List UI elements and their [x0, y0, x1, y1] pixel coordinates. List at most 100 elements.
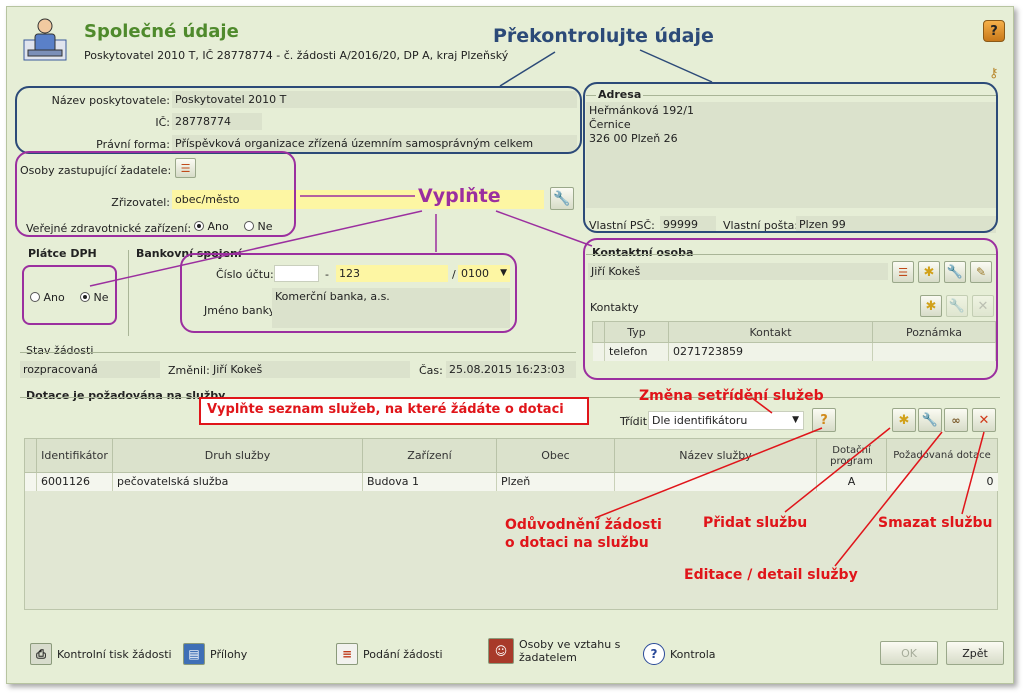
public-health-yes-radio[interactable]: Ano: [194, 220, 229, 233]
services-col-facility: Zařízení: [362, 438, 497, 473]
chevron-down-icon: ▼: [500, 268, 507, 278]
detail-service-button[interactable]: ∞: [944, 408, 968, 432]
help-button[interactable]: ?: [983, 20, 1005, 42]
provider-name-field: Poskytovatel 2010 T: [172, 91, 577, 108]
submit-application-button[interactable]: ≡ Podání žádosti: [336, 643, 443, 665]
justification-button[interactable]: ?: [812, 408, 836, 432]
bank-code-select[interactable]: 0100 ▼: [458, 265, 510, 282]
services-col-type: Druh služby: [112, 438, 363, 473]
contact-person-field: Jiří Kokeš: [588, 263, 888, 280]
row-selector-cell: [24, 472, 37, 491]
address-title: Adresa: [596, 88, 644, 101]
row-selector-header: [592, 321, 605, 343]
edit-service-button[interactable]: 🔧: [918, 408, 942, 432]
page-subtitle: Poskytovatel 2010 T, IČ 28778774 - č. žá…: [84, 49, 509, 62]
address-field: Heřmánková 192/1 Černice 326 00 Plzeň 26: [586, 102, 996, 208]
service-id-cell: 6001126: [36, 472, 113, 491]
avatar-icon: [22, 16, 68, 64]
services-col-program: Dotační program: [816, 438, 887, 473]
account-number-field[interactable]: 123: [336, 265, 448, 282]
annotation-justification-1: Odůvodnění žádosti: [505, 517, 662, 533]
check-button[interactable]: ? Kontrola: [643, 643, 716, 665]
services-table: Identifikátor Druh služby Zařízení Obec …: [24, 438, 998, 491]
contact-note-cell: [872, 342, 996, 361]
sort-label: Třídit: [620, 415, 648, 428]
annotation-fill-in: Vyplňte: [418, 185, 501, 207]
wrench-icon: 🔧: [946, 264, 964, 280]
contact-group: [586, 254, 996, 255]
account-dash: -: [325, 268, 329, 281]
print-button[interactable]: ⎙ Kontrolní tisk žádosti: [30, 643, 172, 665]
vat-yes-radio[interactable]: Ano: [30, 291, 65, 304]
account-prefix-field[interactable]: [274, 265, 319, 282]
services-title: Dotace je požadována na služby: [24, 389, 228, 402]
contact-edit-button[interactable]: 🔧: [944, 261, 966, 283]
document-icon: ≡: [336, 643, 358, 665]
question-icon: ?: [643, 643, 665, 665]
contact-add-button[interactable]: ✱: [918, 261, 940, 283]
psc-field: 99999: [660, 216, 716, 233]
glasses-icon: ∞: [951, 413, 961, 427]
founder-label: Zřizovatel:: [111, 196, 170, 209]
contact-detail-button[interactable]: ✎: [970, 261, 992, 283]
vat-title: Plátce DPH: [26, 247, 99, 260]
delete-service-button[interactable]: ✕: [972, 408, 996, 432]
account-slash: /: [452, 268, 456, 281]
question-key-icon: ?: [820, 412, 828, 428]
related-persons-label-1: Osoby ve vztahu s: [519, 638, 621, 651]
new-document-icon: ✱: [898, 412, 910, 428]
service-name-cell: [614, 472, 817, 491]
add-service-button[interactable]: ✱: [892, 408, 916, 432]
pen-icon: ✎: [975, 265, 987, 279]
contacts-add-button[interactable]: ✱: [920, 295, 942, 317]
post-field: Plzen 99: [796, 216, 996, 233]
table-row[interactable]: 6001126 pečovatelská služba Budova 1 Plz…: [24, 472, 998, 491]
radio-label-no: Ne: [257, 220, 273, 233]
address-line-1: Heřmánková 192/1: [589, 104, 694, 117]
status-field: rozpracovaná: [20, 361, 160, 378]
check-label: Kontrola: [670, 647, 716, 661]
changed-by-label: Změnil:: [168, 364, 210, 377]
founder-select-button[interactable]: 🔧: [550, 187, 574, 210]
contacts-table: Typ Kontakt Poznámka telefon 0271723859: [592, 321, 996, 361]
ok-button[interactable]: OK: [880, 641, 938, 665]
contacts-delete-button[interactable]: ✕: [972, 295, 994, 317]
public-health-no-radio[interactable]: Ne: [244, 220, 273, 233]
edit-representatives-button[interactable]: ☰: [175, 158, 196, 178]
contacts-edit-button[interactable]: 🔧: [946, 295, 968, 317]
printer-icon: ⎙: [30, 643, 52, 665]
legal-form-label: Právní forma:: [96, 138, 170, 151]
status-group: [20, 352, 576, 353]
contact-list-button[interactable]: ☰: [892, 261, 914, 283]
radio-off-icon: [30, 292, 40, 302]
account-label: Číslo účtu:: [216, 268, 274, 281]
sort-select-value: Dle identifikátoru: [652, 414, 748, 427]
radio-label-yes: Ano: [43, 291, 65, 304]
contacts-col-note: Poznámka: [872, 321, 996, 343]
bank-name-field: Komerční banka, a.s.: [272, 288, 510, 328]
time-field: 25.08.2015 16:23:03: [446, 361, 576, 378]
services-col-id: Identifikátor: [36, 438, 113, 473]
back-button[interactable]: Zpět: [946, 641, 1004, 665]
print-label: Kontrolní tisk žádosti: [57, 647, 172, 661]
attachments-button[interactable]: ▤ Přílohy: [183, 643, 247, 665]
bank-name-label: Jméno banky:: [204, 304, 279, 317]
sort-select[interactable]: Dle identifikátoru ▼: [648, 411, 804, 430]
vat-no-radio[interactable]: Ne: [80, 291, 109, 304]
annotation-delete-service: Smazat službu: [878, 515, 993, 531]
bank-name-value: Komerční banka, a.s.: [275, 290, 390, 303]
annotation-sort-change: Změna setřídění služeb: [639, 388, 824, 404]
related-persons-button[interactable]: ☺ Osoby ve vztahu s žadatelem: [488, 638, 620, 664]
services-col-municipality: Obec: [496, 438, 615, 473]
psc-label: Vlastní PSČ:: [589, 219, 655, 232]
chevron-down-icon: ▼: [792, 415, 799, 425]
key-icon: ⚷: [989, 66, 999, 81]
bank-title: Bankovní spojení: [134, 247, 244, 260]
contact-value-cell: 0271723859: [668, 342, 873, 361]
wrench-icon: 🔧: [921, 412, 939, 428]
bank-code-value: 0100: [461, 267, 489, 280]
table-row[interactable]: telefon 0271723859: [592, 342, 996, 361]
public-health-label: Veřejné zdravotnické zařízení:: [26, 222, 192, 235]
service-program-cell: A: [816, 472, 887, 491]
service-amount-cell: 0: [986, 475, 994, 489]
